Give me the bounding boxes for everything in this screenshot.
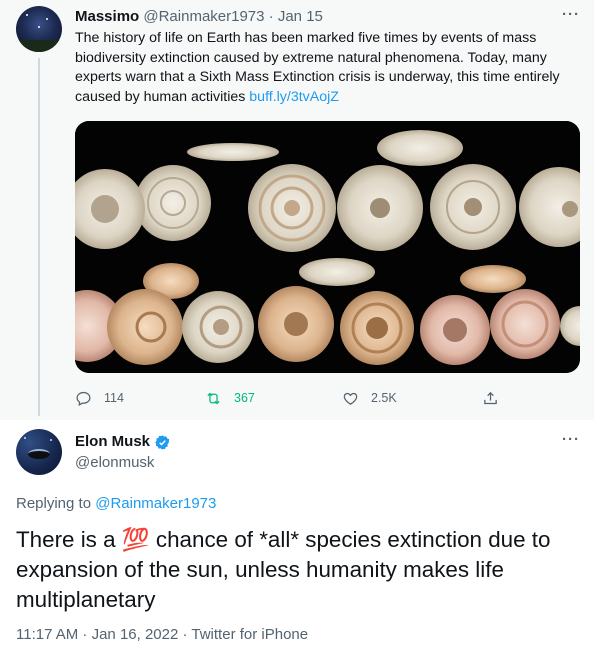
more-icon[interactable]: ··· bbox=[562, 6, 580, 23]
share-button[interactable] bbox=[482, 388, 511, 408]
author-row: Massimo @Rainmaker1973 · Jan 15 bbox=[75, 8, 323, 26]
user-handle[interactable]: @Rainmaker1973 bbox=[143, 8, 264, 25]
main-tweet-text: There is a 💯 chance of *all* species ext… bbox=[16, 525, 581, 615]
avatar[interactable] bbox=[16, 6, 62, 52]
tweet-text-part: There is a bbox=[16, 527, 122, 552]
more-icon[interactable]: ··· bbox=[562, 431, 580, 448]
display-name[interactable]: Massimo bbox=[75, 8, 139, 25]
hundred-points-emoji: 💯 bbox=[121, 527, 150, 552]
like-button[interactable]: 2.5K bbox=[342, 388, 397, 408]
share-icon bbox=[484, 391, 497, 404]
avatar-star bbox=[24, 437, 26, 439]
retweet-button[interactable]: 367 bbox=[205, 388, 255, 408]
snail-shells-photo bbox=[75, 121, 580, 373]
reply-icon bbox=[76, 391, 91, 406]
separator-dot: · bbox=[268, 8, 274, 25]
tweet-timestamp[interactable]: 11:17 AM · Jan 16, 2022 · Twitter for iP… bbox=[16, 626, 308, 644]
avatar-star bbox=[46, 18, 48, 20]
thread-connector-line bbox=[38, 58, 40, 416]
user-handle[interactable]: @elonmusk bbox=[75, 454, 154, 472]
like-icon bbox=[343, 392, 358, 405]
display-name[interactable]: Elon Musk bbox=[75, 433, 150, 451]
avatar-landscape bbox=[16, 40, 62, 52]
author-name-row: Elon Musk bbox=[75, 433, 171, 451]
tweet-actions: 114 367 2.5K bbox=[75, 388, 575, 408]
avatar-star bbox=[50, 439, 52, 441]
avatar-star bbox=[26, 14, 28, 16]
like-count: 2.5K bbox=[371, 391, 397, 405]
tweet-media-image[interactable] bbox=[75, 121, 580, 373]
avatar-spacecraft bbox=[28, 449, 50, 459]
replying-to-handle[interactable]: @Rainmaker1973 bbox=[95, 495, 216, 512]
tweet-link[interactable]: buff.ly/3tvAojZ bbox=[249, 89, 339, 105]
verified-badge-icon bbox=[155, 434, 170, 450]
tweet-date[interactable]: Jan 15 bbox=[278, 8, 323, 25]
parent-tweet[interactable]: Massimo @Rainmaker1973 · Jan 15 ··· The … bbox=[0, 0, 594, 420]
tweet-text: The history of life on Earth has been ma… bbox=[75, 29, 575, 107]
replying-to: Replying to @Rainmaker1973 bbox=[16, 495, 216, 513]
retweet-count: 367 bbox=[234, 391, 255, 405]
reply-count: 114 bbox=[104, 391, 124, 405]
avatar[interactable] bbox=[16, 429, 62, 475]
reply-button[interactable]: 114 bbox=[75, 388, 124, 408]
retweet-icon bbox=[207, 392, 220, 404]
avatar-star bbox=[38, 26, 40, 28]
replying-to-label: Replying to bbox=[16, 495, 96, 512]
